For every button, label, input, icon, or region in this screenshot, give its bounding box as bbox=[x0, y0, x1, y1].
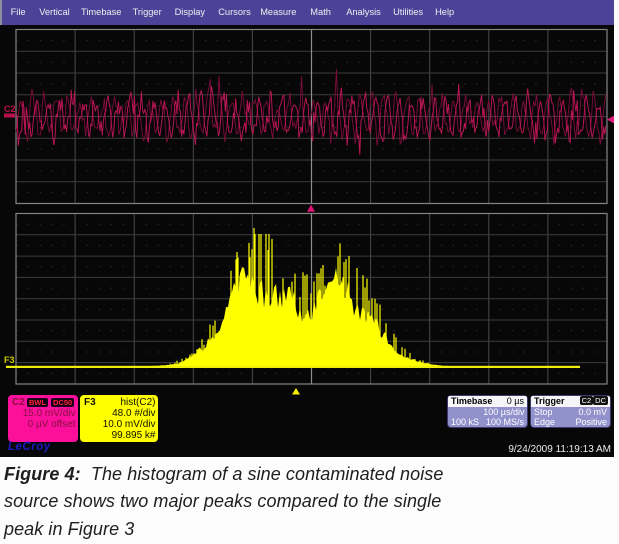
svg-text:F3: F3 bbox=[4, 355, 15, 365]
svg-text:C2: C2 bbox=[4, 104, 16, 114]
